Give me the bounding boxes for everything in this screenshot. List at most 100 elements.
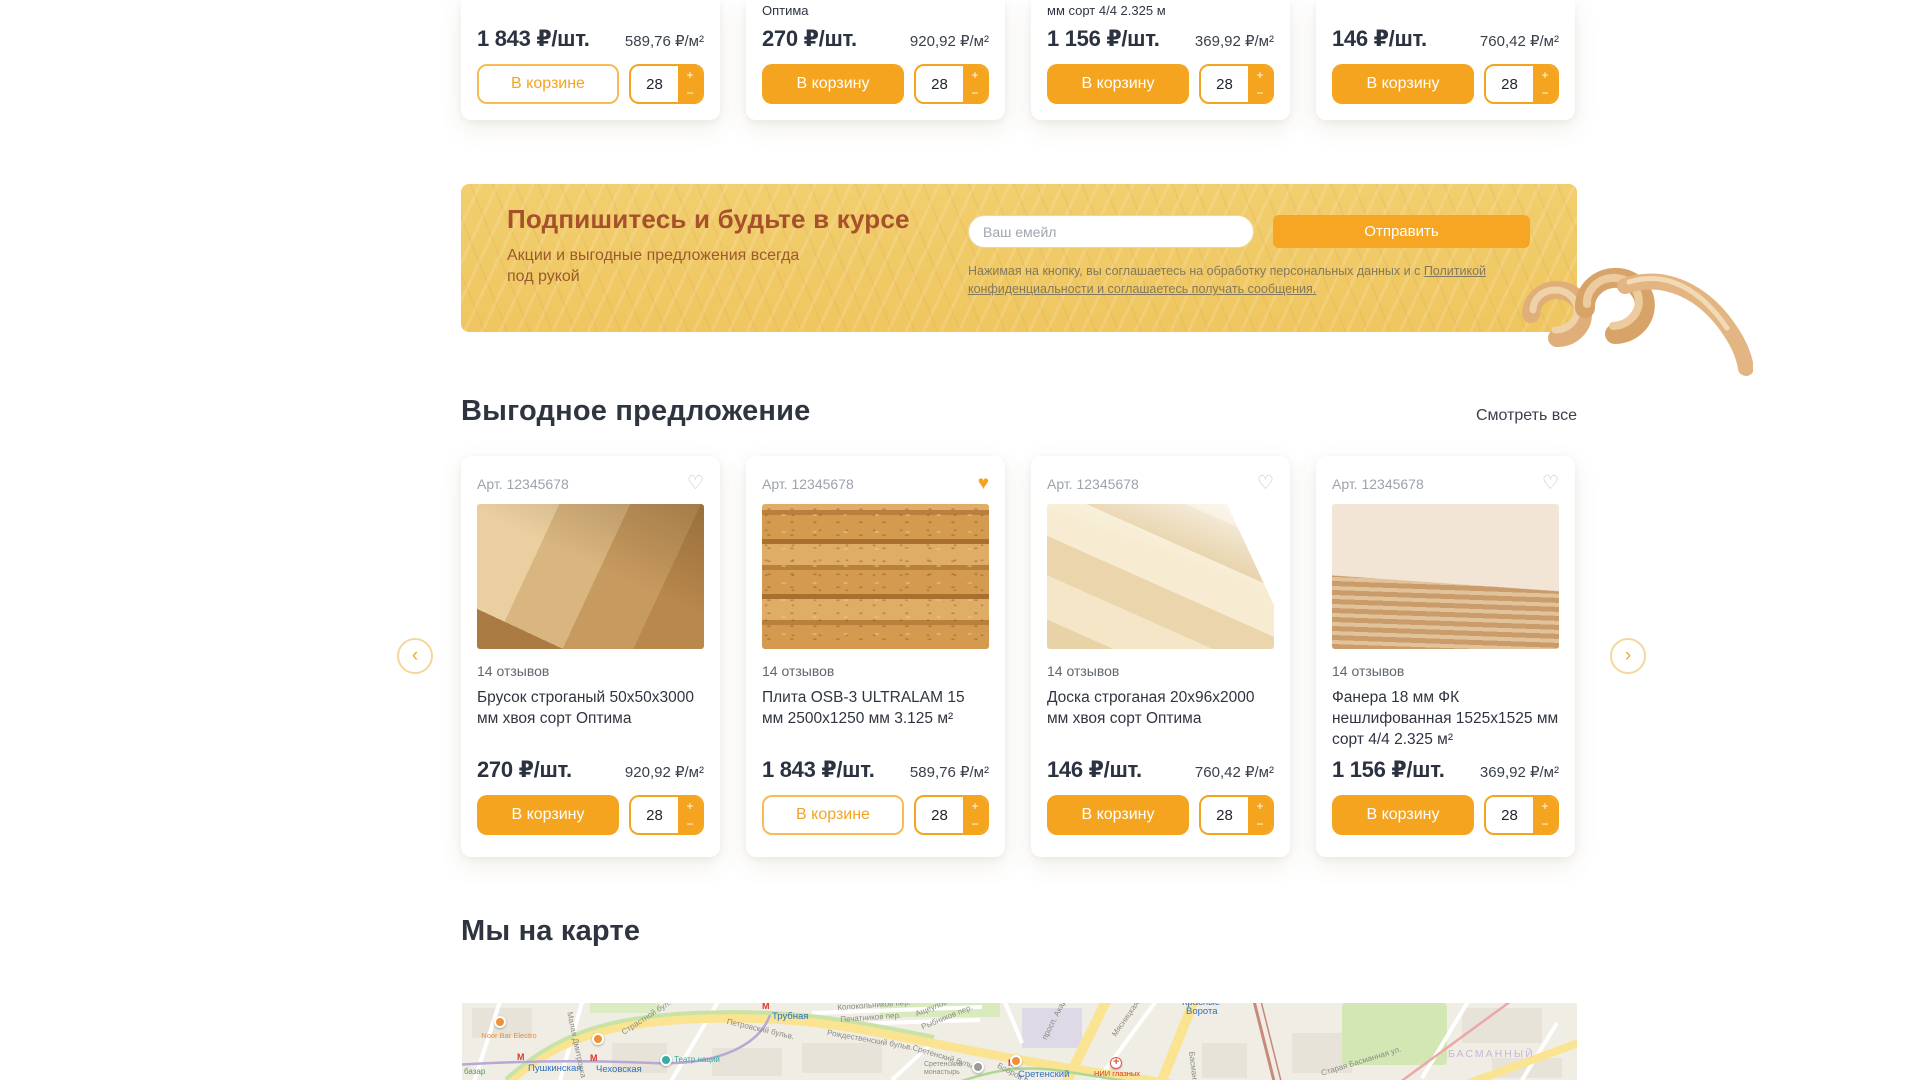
quantity-increase-button[interactable]: +: [963, 66, 987, 84]
subscribe-banner: Подпишитесь и будьте в курсе Акции и выг…: [461, 184, 1577, 332]
product-reviews: 14 отзывов: [477, 663, 704, 679]
add-to-cart-button[interactable]: В корзину: [1047, 795, 1189, 835]
subscribe-submit-button[interactable]: Отправить: [1273, 215, 1530, 248]
see-all-link[interactable]: Смотреть все: [1476, 407, 1577, 425]
poi-pin-icon[interactable]: [592, 1033, 604, 1045]
quantity-decrease-button[interactable]: −: [1533, 84, 1557, 102]
map-label: Noor Bar Electro: [478, 1031, 540, 1040]
quantity-stepper[interactable]: 28 +−: [1484, 795, 1559, 835]
product-price: 146 ₽/шт.: [1332, 26, 1427, 52]
quantity-decrease-button[interactable]: −: [963, 815, 987, 833]
metro-icon: М: [590, 1053, 598, 1063]
quantity-decrease-button[interactable]: −: [1248, 815, 1272, 833]
product-sku: Арт. 12345678: [762, 476, 854, 492]
poi-pin-icon[interactable]: [494, 1016, 506, 1028]
product-unit-price: 760,42 ₽/м²: [1480, 32, 1559, 50]
map-label: Чеховская: [596, 1064, 642, 1075]
poi-pin-icon[interactable]: [1010, 1055, 1022, 1067]
quantity-stepper[interactable]: 28 +−: [629, 795, 704, 835]
add-to-cart-button[interactable]: В корзину: [1047, 64, 1189, 104]
metro-icon: М: [517, 1052, 525, 1062]
product-sku: Арт. 12345678: [477, 476, 569, 492]
add-to-cart-button[interactable]: В корзину: [762, 64, 904, 104]
offers-carousel: Арт. 12345678 ♡ 14 отзывов Брусок строга…: [461, 456, 1577, 857]
hospital-poi-icon[interactable]: [1110, 1057, 1122, 1069]
quantity-increase-button[interactable]: +: [963, 797, 987, 815]
quantity-increase-button[interactable]: +: [678, 66, 702, 84]
quantity-stepper[interactable]: 28 +−: [1484, 64, 1559, 104]
quantity-increase-button[interactable]: +: [1248, 797, 1272, 815]
product-price: 1 843 ₽/шт.: [762, 757, 875, 783]
product-sku: Арт. 12345678: [1332, 476, 1424, 492]
quantity-value: 28: [631, 797, 678, 833]
product-card[interactable]: мм сорт 4/4 2.325 м 1 156 ₽/шт. 369,92 ₽…: [1031, 0, 1290, 120]
quantity-value: 28: [631, 66, 678, 102]
quantity-decrease-button[interactable]: −: [1248, 84, 1272, 102]
product-card[interactable]: 1 843 ₽/шт. 589,76 ₽/м² В корзине 28 +−: [461, 0, 720, 120]
product-title[interactable]: Плита OSB-3 ULTRALAM 15 мм 2500x1250 мм …: [762, 688, 989, 730]
product-unit-price: 589,76 ₽/м²: [910, 763, 989, 781]
quantity-stepper[interactable]: 28 +−: [629, 64, 704, 104]
add-to-cart-button[interactable]: В корзину: [1332, 795, 1474, 835]
add-to-cart-button[interactable]: В корзину: [477, 795, 619, 835]
product-card[interactable]: 146 ₽/шт. 760,42 ₽/м² В корзину 28 +−: [1316, 0, 1575, 120]
wood-shaving-image: [1503, 244, 1753, 384]
subscribe-title: Подпишитесь и будьте в курсе: [507, 204, 910, 235]
in-cart-button[interactable]: В корзине: [477, 64, 619, 104]
favorite-icon[interactable]: ♡: [687, 474, 704, 493]
product-title[interactable]: Брусок строганый 50x50x3000 мм хвоя сорт…: [477, 688, 704, 730]
quantity-decrease-button[interactable]: −: [678, 84, 702, 102]
quantity-increase-button[interactable]: +: [1533, 66, 1557, 84]
quantity-stepper[interactable]: 28 +−: [1199, 795, 1274, 835]
quantity-stepper[interactable]: 28 +−: [914, 64, 989, 104]
offers-header: Выгодное предложение Смотреть все: [461, 395, 1577, 428]
email-input[interactable]: [968, 215, 1254, 248]
product-image[interactable]: [1047, 504, 1274, 649]
quantity-decrease-button[interactable]: −: [678, 815, 702, 833]
quantity-value: 28: [1486, 797, 1533, 833]
product-card[interactable]: Арт. 12345678 ♡ 14 отзывов Фанера 18 мм …: [1316, 456, 1575, 857]
in-cart-button[interactable]: В корзине: [762, 795, 904, 835]
product-image[interactable]: [762, 504, 989, 649]
map-label: Сретенский: [1018, 1069, 1069, 1080]
map-label: Ворота: [1186, 1006, 1218, 1017]
carousel-prev-button[interactable]: ‹: [397, 638, 433, 674]
product-image[interactable]: [477, 504, 704, 649]
subscribe-subtitle: Акции и выгодные предложения всегда под …: [507, 246, 817, 288]
favorite-icon[interactable]: ♡: [1257, 474, 1274, 493]
product-title-partial: мм сорт 4/4 2.325 м: [1047, 4, 1274, 17]
favorite-icon[interactable]: ♥: [978, 474, 989, 493]
product-card[interactable]: Оптима 270 ₽/шт. 920,92 ₽/м² В корзину 2…: [746, 0, 1005, 120]
quantity-increase-button[interactable]: +: [1533, 797, 1557, 815]
quantity-increase-button[interactable]: +: [678, 797, 702, 815]
quantity-stepper[interactable]: 28 +−: [1199, 64, 1274, 104]
monastery-poi-icon[interactable]: [972, 1061, 984, 1073]
offers-title: Выгодное предложение: [461, 395, 810, 428]
product-reviews: 14 отзывов: [1332, 663, 1559, 679]
add-to-cart-button[interactable]: В корзину: [1332, 64, 1474, 104]
map-label: НИИ глазных: [1094, 1069, 1140, 1078]
quantity-decrease-button[interactable]: −: [963, 84, 987, 102]
quantity-stepper[interactable]: 28 +−: [914, 795, 989, 835]
map-label: Театр наций: [674, 1055, 720, 1064]
product-image[interactable]: [1332, 504, 1559, 649]
quantity-decrease-button[interactable]: −: [1533, 815, 1557, 833]
product-title-partial: [477, 4, 704, 17]
product-title[interactable]: Фанера 18 мм ФК нешлифованная 1525x1525 …: [1332, 688, 1559, 750]
favorite-icon[interactable]: ♡: [1542, 474, 1559, 493]
product-title[interactable]: Доска строганая 20x96x2000 мм хвоя сорт …: [1047, 688, 1274, 730]
theater-poi-icon[interactable]: [660, 1054, 672, 1066]
product-card[interactable]: Арт. 12345678 ♥ 14 отзывов Плита OSB-3 U…: [746, 456, 1005, 857]
carousel-next-button[interactable]: ›: [1610, 638, 1646, 674]
product-price: 270 ₽/шт.: [477, 757, 572, 783]
product-card[interactable]: Арт. 12345678 ♡ 14 отзывов Брусок строга…: [461, 456, 720, 857]
product-reviews: 14 отзывов: [762, 663, 989, 679]
map[interactable]: базар Noor Bar Electro Пушкинская Чеховс…: [462, 1003, 1577, 1080]
product-price: 1 156 ₽/шт.: [1047, 26, 1160, 52]
map-section-title: Мы на карте: [461, 915, 640, 948]
product-unit-price: 369,92 ₽/м²: [1480, 763, 1559, 781]
product-card[interactable]: Арт. 12345678 ♡ 14 отзывов Доска строган…: [1031, 456, 1290, 857]
quantity-value: 28: [916, 66, 963, 102]
quantity-increase-button[interactable]: +: [1248, 66, 1272, 84]
subscribe-disclaimer: Нажимая на кнопку, вы соглашаетесь на об…: [968, 262, 1516, 298]
